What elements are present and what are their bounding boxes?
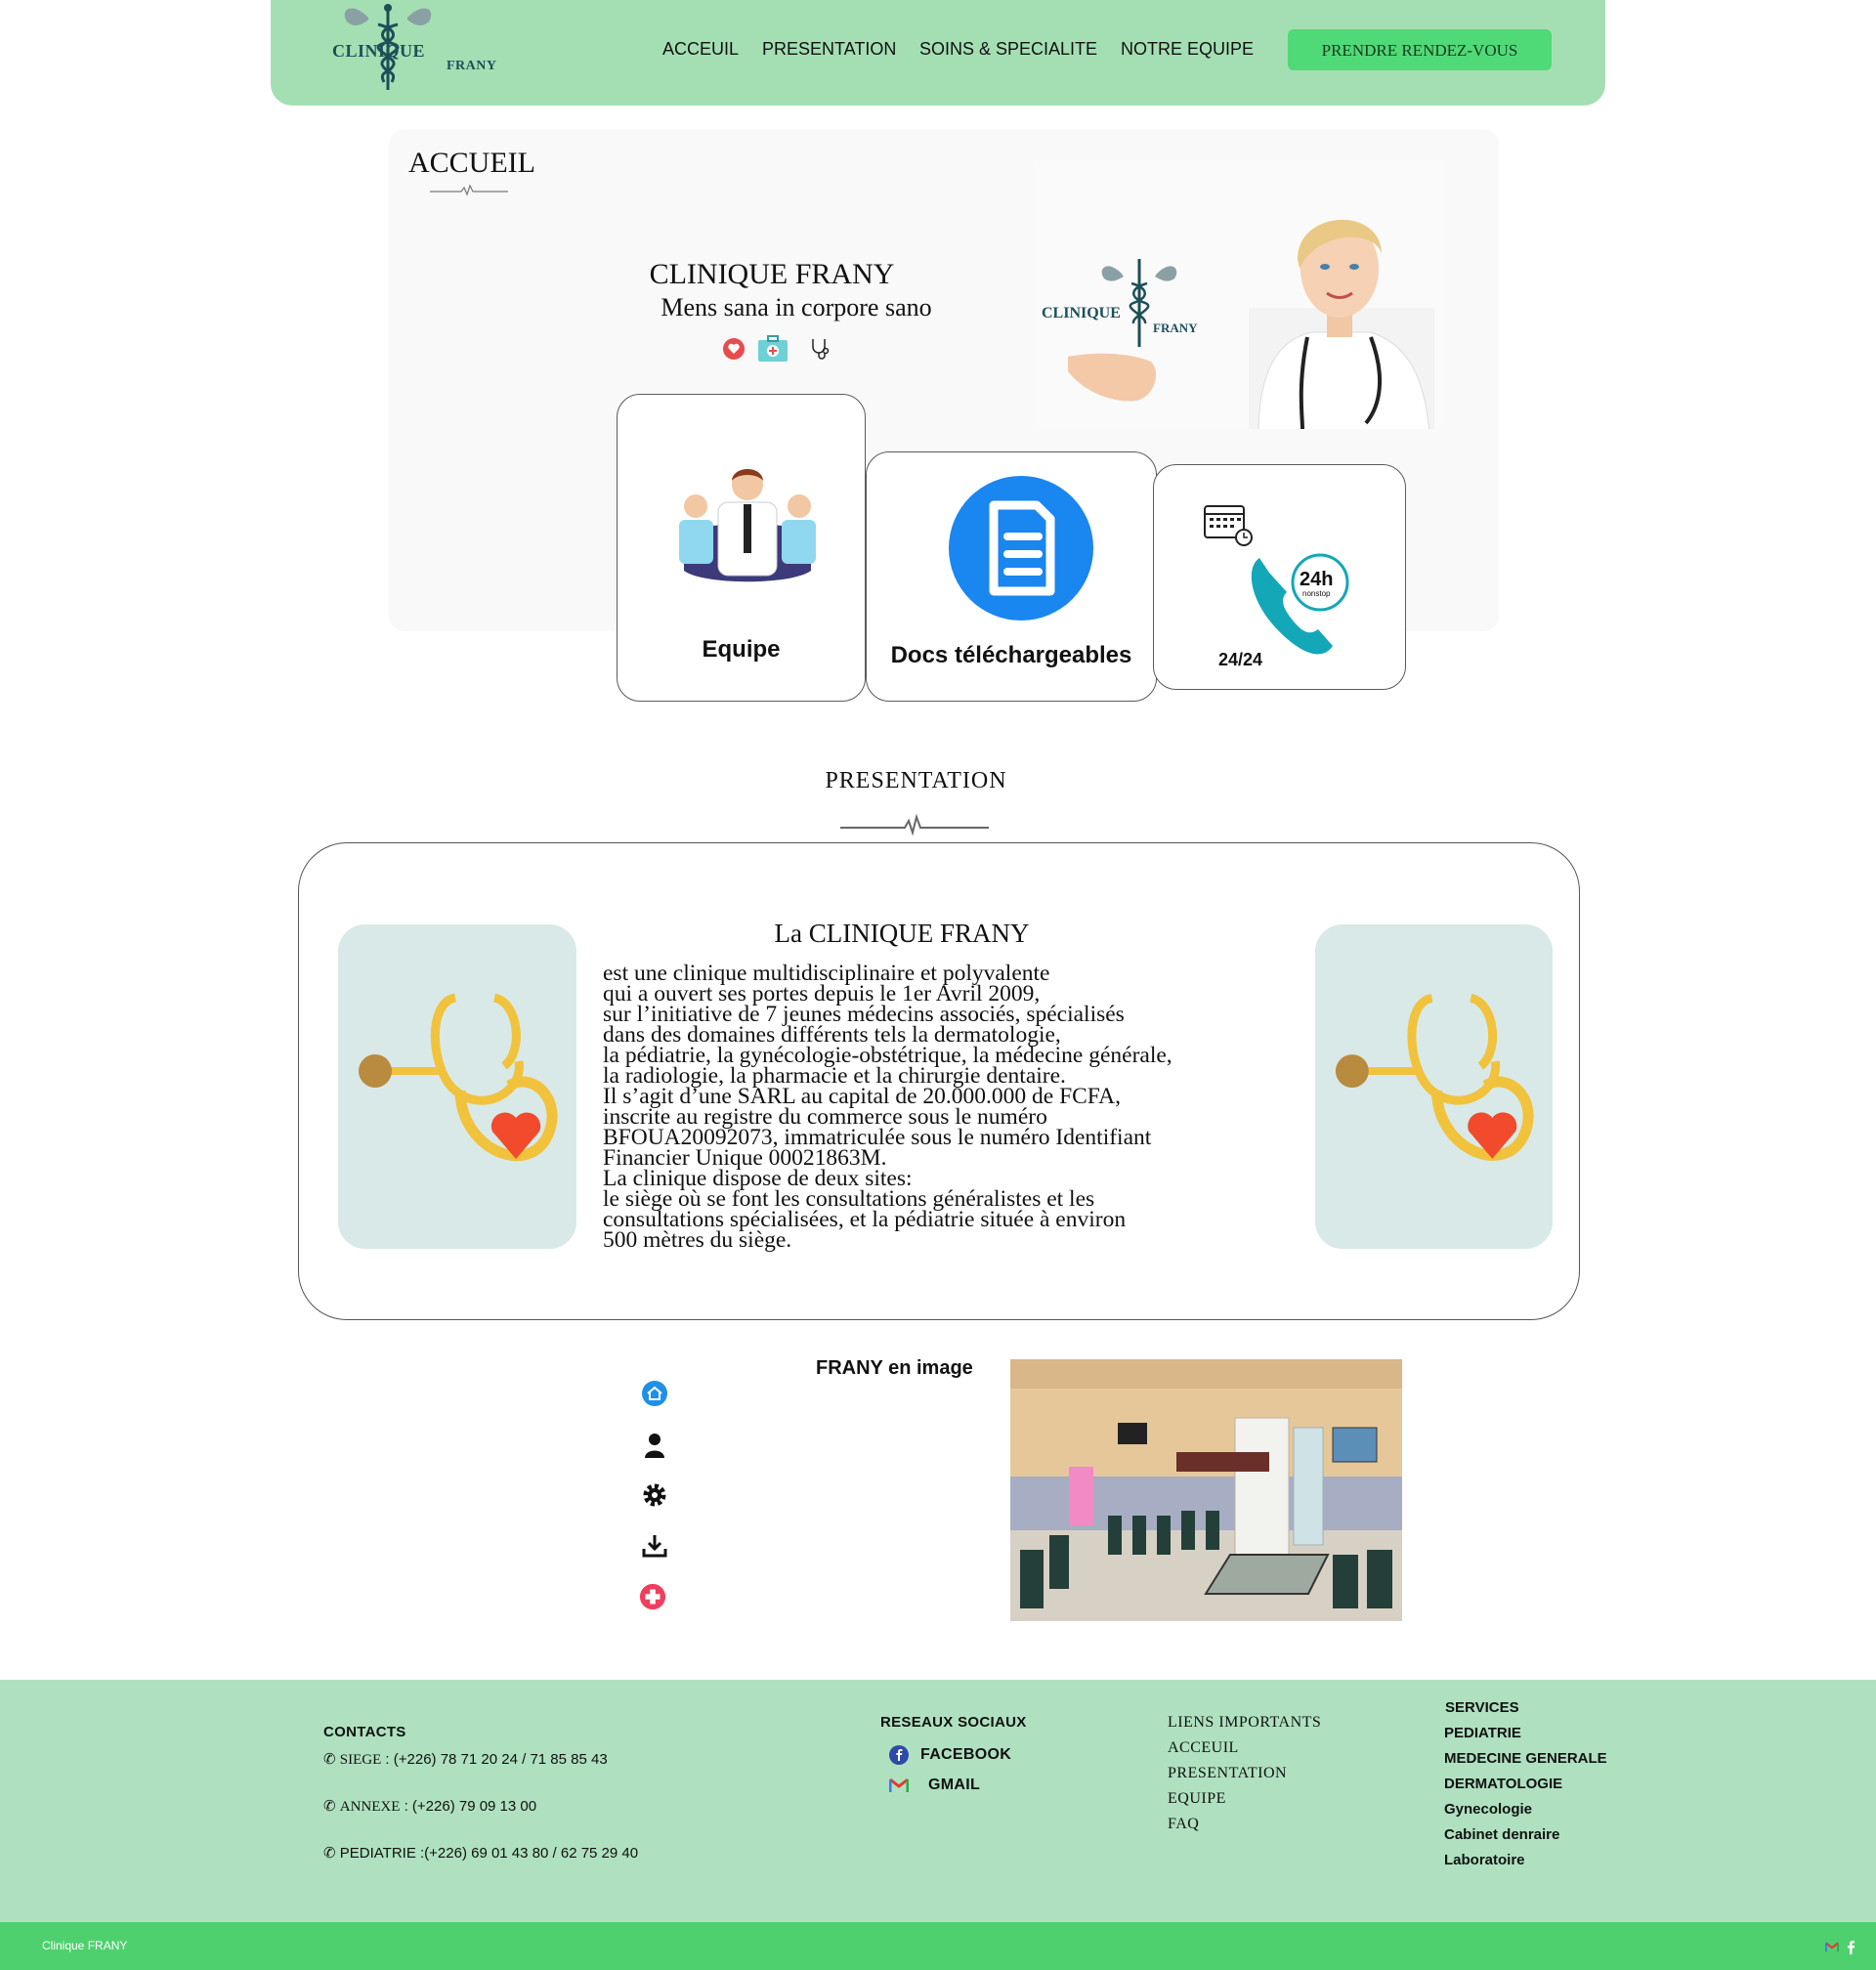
image-logo-frany: FRANY <box>1153 321 1198 335</box>
nav-acceuil[interactable]: ACCEUIL <box>662 39 739 60</box>
download-icon[interactable] <box>641 1532 668 1560</box>
copyright-text: Clinique FRANY <box>42 1939 128 1952</box>
footer-link-faq[interactable]: FAQ <box>1168 1816 1199 1833</box>
contact-annexe-label: ANNEXE <box>339 1799 401 1815</box>
stethoscope-heart-image <box>1315 924 1553 1249</box>
hero-doctor-image: CLINIQUE FRANY <box>1034 161 1442 429</box>
service-laboratoire[interactable]: Laboratoire <box>1444 1852 1525 1868</box>
gallery-title: FRANY en image <box>816 1357 973 1379</box>
phone-icon: ✆ <box>323 1845 336 1862</box>
contact-annexe-value: : (+226) 79 09 13 00 <box>400 1798 537 1815</box>
stethoscope-heart-image <box>338 924 576 1249</box>
service-gynecologie[interactable]: Gynecologie <box>1444 1801 1532 1818</box>
contact-annexe: ✆ ANNEXE : (+226) 79 09 13 00 <box>323 1797 536 1816</box>
social-title: RESEAUX SOCIAUX <box>880 1714 1027 1731</box>
links-title: LIENS IMPORTANTS <box>1168 1714 1322 1731</box>
phone-24h-icon: 24h nonstop <box>1251 553 1349 655</box>
image-logo-clinique: CLINIQUE <box>1042 305 1121 321</box>
contact-siege-value: : (+226) 78 71 20 24 / 71 85 85 43 <box>381 1751 608 1768</box>
contact-siege: ✆ SIEGE : (+226) 78 71 20 24 / 71 85 85 … <box>323 1750 608 1769</box>
footer-link-presentation[interactable]: PRESENTATION <box>1168 1765 1287 1782</box>
badge-nonstop: nonstop <box>1302 589 1331 598</box>
doctor-photo: CLINIQUE FRANY <box>1034 161 1442 429</box>
service-pediatrie[interactable]: PEDIATRIE <box>1444 1725 1521 1741</box>
team-card-label: Equipe <box>702 636 781 663</box>
user-icon[interactable] <box>641 1432 668 1459</box>
facebook-link[interactable]: FACEBOOK <box>889 1745 1011 1765</box>
logo-text-frany: FRANY <box>447 59 497 73</box>
service-cabinet-dentaire[interactable]: Cabinet denraire <box>1444 1826 1559 1843</box>
contact-siege-label: SIEGE <box>339 1752 382 1768</box>
team-icon <box>679 469 816 582</box>
appointment-button[interactable]: PRENDRE RENDEZ-VOUS <box>1288 29 1552 70</box>
footer-link-equipe[interactable]: EQUIPE <box>1168 1790 1226 1808</box>
presentation-heading: La CLINIQUE FRANY <box>774 919 1030 948</box>
gmail-icon <box>889 1777 909 1792</box>
nav-presentation[interactable]: PRESENTATION <box>762 39 896 60</box>
facebook-icon <box>889 1745 909 1765</box>
presentation-title: PRESENTATION <box>825 768 1007 793</box>
hotline-card[interactable]: 24h nonstop 24/24 <box>1153 464 1406 690</box>
gmail-label: GMAIL <box>928 1777 981 1793</box>
document-icon <box>949 476 1093 621</box>
site-header: CLINIQUE FRANY ACCEUIL PRESENTATION SOIN… <box>271 0 1605 106</box>
nav-notre-equipe[interactable]: NOTRE EQUIPE <box>1121 39 1254 60</box>
nav-soins-specialite[interactable]: SOINS & SPECIALITE <box>919 39 1097 60</box>
facebook-icon[interactable] <box>1846 1940 1855 1954</box>
gear-icon[interactable] <box>641 1481 668 1509</box>
heartbeat-divider <box>430 184 508 196</box>
presentation-text: est une clinique multidisciplinaire et p… <box>603 961 1172 1253</box>
medical-cross-icon[interactable] <box>639 1583 666 1610</box>
accueil-title: ACCUEIL <box>408 147 535 179</box>
home-icon[interactable] <box>641 1380 668 1407</box>
calendar-clock-icon <box>1204 505 1253 546</box>
contact-pediatrie-label: PEDIATRIE <box>339 1845 416 1862</box>
medical-kit-icon <box>758 335 788 362</box>
badge-24h: 24h <box>1300 569 1333 590</box>
hotline-card-label: 24/24 <box>1218 650 1263 669</box>
service-medecine-generale[interactable]: MEDECINE GENERALE <box>1444 1750 1607 1767</box>
contact-pediatrie: ✆ PEDIATRIE :(+226) 69 01 43 80 / 62 75 … <box>323 1844 638 1862</box>
phone-icon: ✆ <box>323 1798 336 1815</box>
facebook-label: FACEBOOK <box>920 1746 1012 1763</box>
waiting-room-photo <box>1010 1359 1402 1621</box>
clinic-motto: Mens sana in corpore sano <box>661 293 932 321</box>
footer-link-acceuil[interactable]: ACCEUIL <box>1168 1739 1239 1757</box>
contact-pediatrie-value: :(+226) 69 01 43 80 / 62 75 29 40 <box>415 1845 639 1862</box>
team-card[interactable]: Equipe <box>617 394 866 702</box>
stethoscope-icon <box>812 339 830 360</box>
service-dermatologie[interactable]: DERMATOLOGIE <box>1444 1776 1562 1792</box>
stethoscope-image-right <box>1315 924 1553 1249</box>
clinic-logo[interactable]: CLINIQUE FRANY <box>300 0 496 98</box>
logo-text-clinique: CLINIQUE <box>332 41 426 61</box>
gmail-link[interactable]: GMAIL <box>889 1777 980 1794</box>
heartbeat-divider <box>840 813 989 836</box>
heart-icon <box>723 338 745 360</box>
services-title: SERVICES <box>1445 1699 1519 1716</box>
clinic-name: CLINIQUE FRANY <box>649 258 895 290</box>
contacts-title: CONTACTS <box>323 1724 406 1740</box>
waiting-room-image <box>1010 1359 1402 1621</box>
hero-icon-row <box>723 334 840 364</box>
documents-card-label: Docs téléchargeables <box>890 642 1132 668</box>
phone-icon: ✆ <box>323 1751 336 1768</box>
gmail-icon[interactable] <box>1825 1942 1839 1952</box>
site-footer: CONTACTS ✆ SIEGE : (+226) 78 71 20 24 / … <box>0 1680 1876 1922</box>
stethoscope-image-left <box>338 924 576 1249</box>
documents-card[interactable]: Docs téléchargeables <box>866 451 1157 702</box>
bottom-bar: Clinique FRANY <box>0 1922 1876 1970</box>
